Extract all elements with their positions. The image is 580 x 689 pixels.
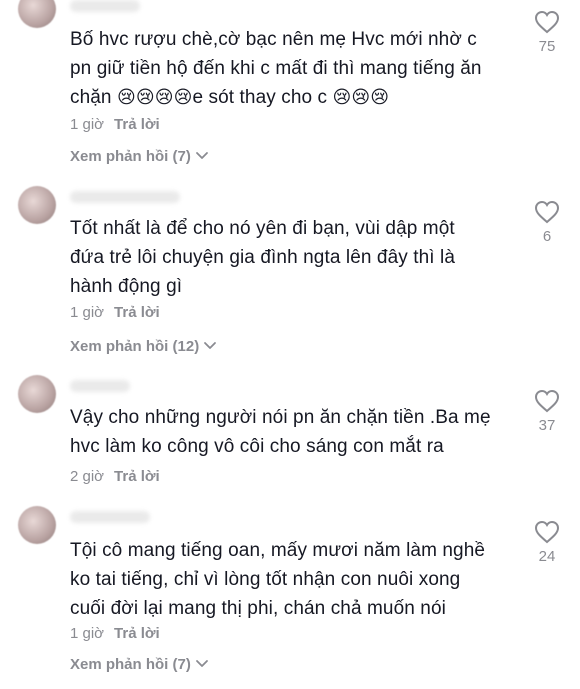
view-replies-button[interactable]: Xem phản hồi (7) xyxy=(70,148,209,165)
timestamp: 1 giờ xyxy=(70,304,105,321)
view-replies-label: Xem phản hồi (12) xyxy=(70,338,200,355)
reply-button[interactable]: Trả lời xyxy=(114,625,160,642)
comment-text: Bố hvc rượu chè,cờ bạc nên mẹ Hvc mới nh… xyxy=(70,25,510,112)
comment-line-text: chặn xyxy=(70,87,117,108)
reply-button[interactable]: Trả lời xyxy=(114,116,160,133)
view-replies-label: Xem phản hồi (7) xyxy=(70,148,191,165)
view-replies-label: Xem phản hồi (7) xyxy=(70,656,191,673)
like-button[interactable]: 24 xyxy=(530,520,564,565)
reply-button[interactable]: Trả lời xyxy=(114,304,160,321)
comment-line: hành động gì xyxy=(70,276,183,297)
heart-icon xyxy=(530,10,564,34)
comment-meta: 1 giờ Trả lời xyxy=(70,304,160,321)
username-blurred[interactable] xyxy=(70,511,150,523)
avatar[interactable] xyxy=(18,506,56,544)
comment-meta: 1 giờ Trả lời xyxy=(70,625,160,642)
comment-meta: 2 giờ Trả lời xyxy=(70,468,160,485)
like-count: 24 xyxy=(538,548,556,565)
like-button[interactable]: 37 xyxy=(530,389,564,434)
view-replies-button[interactable]: Xem phản hồi (7) xyxy=(70,656,209,673)
comment-text: Tốt nhất là để cho nó yên đi bạn, vùi dậ… xyxy=(70,214,510,301)
comment-meta: 1 giờ Trả lời xyxy=(70,116,160,133)
comment-line: pn giữ tiền hộ đến khi c mất đi thì mang… xyxy=(70,58,482,79)
timestamp: 1 giờ xyxy=(70,625,105,642)
like-button[interactable]: 75 xyxy=(530,10,564,55)
comment-line: ko tai tiếng, chỉ vì lòng tốt nhận con n… xyxy=(70,569,461,590)
avatar[interactable] xyxy=(18,186,56,224)
comment-line: chặn 😢😢😢😢e sót thay cho c 😢😢😢 xyxy=(70,83,510,112)
avatar[interactable] xyxy=(18,0,56,28)
heart-icon xyxy=(530,200,564,224)
like-count: 6 xyxy=(542,228,552,245)
reply-button[interactable]: Trả lời xyxy=(114,468,160,485)
chevron-down-icon xyxy=(195,656,209,673)
like-count: 75 xyxy=(538,38,556,55)
timestamp: 2 giờ xyxy=(70,468,105,485)
like-button[interactable]: 6 xyxy=(530,200,564,245)
comment-line: Vậy cho những người nói pn ăn chặn tiền … xyxy=(70,407,491,428)
heart-icon xyxy=(530,520,564,544)
chevron-down-icon xyxy=(195,148,209,165)
username-blurred[interactable] xyxy=(70,191,180,203)
comment-line: Tội cô mang tiếng oan, mấy mươi năm làm … xyxy=(70,540,486,561)
crying-emoji: 😢😢😢😢 xyxy=(116,87,193,108)
comment-line: đứa trẻ lôi chuyện gia đình ngta lên đây… xyxy=(70,247,456,268)
comment-text: Vậy cho những người nói pn ăn chặn tiền … xyxy=(70,403,510,461)
comment-line: cuối đời lại mang thị phi, chán chả muốn… xyxy=(70,598,446,619)
comment-line-text: e sót thay cho c xyxy=(192,87,333,108)
heart-icon xyxy=(530,389,564,413)
like-count: 37 xyxy=(538,417,556,434)
view-replies-button[interactable]: Xem phản hồi (12) xyxy=(70,338,217,355)
chevron-down-icon xyxy=(203,338,217,355)
timestamp: 1 giờ xyxy=(70,116,105,133)
comment-line: Tốt nhất là để cho nó yên đi bạn, vùi dậ… xyxy=(70,218,455,239)
comment-line: Bố hvc rượu chè,cờ bạc nên mẹ Hvc mới nh… xyxy=(70,29,477,50)
comment-text: Tội cô mang tiếng oan, mấy mươi năm làm … xyxy=(70,536,510,623)
username-blurred[interactable] xyxy=(70,0,140,12)
comment-line: hvc làm ko công vô côi cho sáng con mắt … xyxy=(70,436,444,457)
crying-emoji: 😢😢😢 xyxy=(332,87,390,108)
username-blurred[interactable] xyxy=(70,380,130,392)
avatar[interactable] xyxy=(18,375,56,413)
